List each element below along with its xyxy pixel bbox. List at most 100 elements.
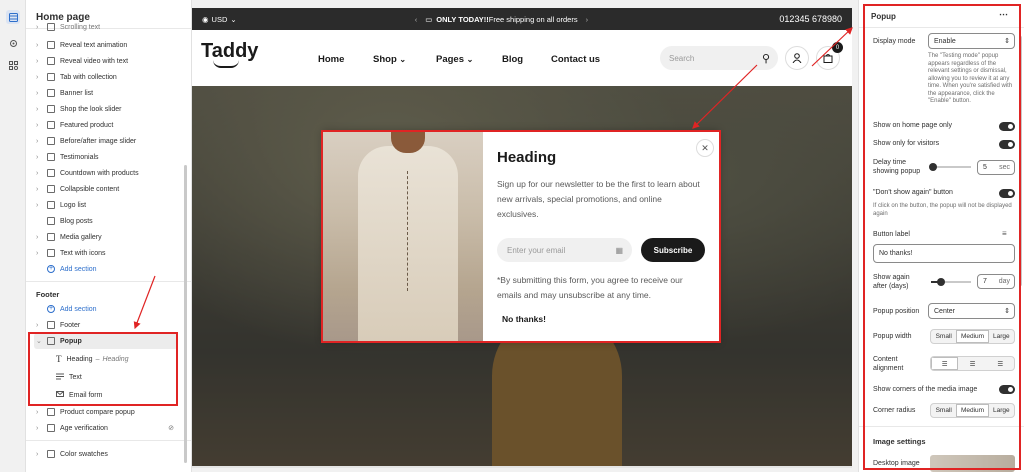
chevron-right-icon: › — [36, 233, 39, 241]
section-icon — [47, 321, 55, 329]
tree-item[interactable]: › Before/after image slider — [26, 133, 184, 149]
chevron-down-icon: ⌄ — [399, 55, 407, 64]
tree-item[interactable]: › Collapsible content — [26, 181, 184, 197]
tree-item[interactable]: › Product compare popup — [26, 404, 184, 420]
section-icon — [47, 121, 55, 129]
section-icon — [47, 153, 55, 161]
settings-icon[interactable] — [6, 36, 20, 50]
chevron-right-icon: › — [36, 321, 39, 329]
section-icon — [47, 408, 55, 416]
section-icon — [47, 105, 55, 113]
nav-shop[interactable]: Shop ⌄ — [373, 54, 406, 65]
tree-item-label: Scrolling text — [60, 23, 101, 31]
highlight-box-popup-tree — [28, 332, 178, 406]
apps-icon[interactable] — [6, 58, 20, 72]
store-header: Taddy Home Shop ⌄ Pages ⌄ Blog Contact u… — [192, 30, 852, 86]
search-input[interactable]: Search ⚲ — [660, 46, 778, 70]
tree-item[interactable]: ›Blog posts — [26, 213, 184, 229]
plus-circle-icon: + — [47, 265, 55, 273]
tree-item[interactable]: › Age verification ⊘ — [26, 420, 184, 436]
tree-item[interactable]: › Logo list — [26, 197, 184, 213]
tree-item-label: Banner list — [60, 89, 94, 97]
tree-item[interactable]: › Reveal text animation — [26, 37, 184, 53]
tree-item[interactable]: › Media gallery — [26, 229, 184, 245]
tree-item-label: Product compare popup — [60, 408, 135, 416]
highlight-box-popup-preview — [321, 130, 721, 343]
section-icon — [47, 424, 55, 432]
nav-pages-label: Pages — [436, 54, 464, 65]
prev-arrow-icon[interactable]: ‹ — [415, 15, 418, 24]
tree-item-color-swatches[interactable]: › Color swatches — [26, 446, 184, 462]
chevron-down-icon: ⌄ — [466, 55, 474, 64]
next-arrow-icon[interactable]: › — [586, 15, 589, 24]
nav-pages[interactable]: Pages ⌄ — [436, 54, 473, 65]
cart-count-badge: 0 — [832, 42, 843, 53]
nav-shop-label: Shop — [373, 54, 397, 65]
search-icon[interactable]: ⚲ — [762, 52, 770, 65]
tree-item-label: Collapsible content — [60, 185, 120, 193]
section-icon — [47, 89, 55, 97]
tree-item-label: Logo list — [60, 201, 87, 209]
add-section-button[interactable]: + Add section — [26, 261, 184, 277]
chevron-right-icon: › — [36, 41, 39, 49]
tree-item[interactable]: › Text with icons — [26, 245, 184, 261]
tree-item[interactable]: › Tab with collection — [26, 69, 184, 85]
chevron-right-icon: › — [36, 450, 39, 458]
tree-item-label: Reveal text animation — [60, 41, 128, 49]
globe-icon: ◉ — [202, 14, 209, 24]
chevron-right-icon: › — [36, 121, 39, 129]
footer-add-section-button[interactable]: + Add section — [26, 301, 184, 317]
section-icon — [47, 217, 55, 225]
chevron-right-icon: › — [36, 73, 39, 81]
section-icon — [47, 233, 55, 241]
chevron-right-icon: › — [36, 185, 39, 193]
chevron-right-icon: › — [36, 201, 39, 209]
add-section-label: Add section — [60, 265, 97, 273]
divider — [26, 281, 191, 282]
nav-home[interactable]: Home — [318, 54, 344, 65]
chevron-right-icon: › — [36, 89, 39, 97]
section-icon — [47, 23, 55, 31]
sections-icon[interactable] — [6, 10, 20, 24]
tree-item-label: Media gallery — [60, 233, 102, 241]
tree-item-label: Tab with collection — [60, 73, 117, 81]
logo-smile — [213, 60, 239, 68]
divider — [26, 440, 191, 441]
tree-item-footer[interactable]: › Footer — [26, 317, 184, 333]
chevron-right-icon: › — [36, 169, 39, 177]
section-icon — [47, 249, 55, 257]
tree-item-label: Color swatches — [60, 450, 108, 458]
tree-item[interactable]: › Banner list — [26, 85, 184, 101]
gift-icon: ▭ — [425, 14, 433, 24]
sections-scrollbar[interactable] — [184, 165, 187, 463]
tree-item[interactable]: › Testimonials — [26, 149, 184, 165]
section-icon — [47, 73, 55, 81]
tree-item-label: Testimonials — [60, 153, 99, 161]
tree-item[interactable]: › Countdown with products — [26, 165, 184, 181]
chevron-down-icon: ⌄ — [230, 14, 237, 24]
tree-item[interactable]: › Shop the look slider — [26, 101, 184, 117]
account-icon[interactable] — [785, 46, 809, 70]
plus-circle-icon: + — [47, 305, 55, 313]
section-icon — [47, 185, 55, 193]
section-icon — [47, 57, 55, 65]
tree-item-label: Countdown with products — [60, 169, 139, 177]
tree-item[interactable]: › Reveal video with text — [26, 53, 184, 69]
tree-item-label: Before/after image slider — [60, 137, 137, 145]
tree-item[interactable]: › Featured product — [26, 117, 184, 133]
chevron-right-icon: › — [36, 23, 39, 31]
chevron-right-icon: › — [36, 153, 39, 161]
section-icon — [47, 201, 55, 209]
nav-contact[interactable]: Contact us — [551, 54, 600, 65]
add-section-label: Add section — [60, 305, 97, 313]
tree-item-label: Text with icons — [60, 249, 106, 257]
search-placeholder: Search — [669, 53, 695, 63]
tree-item-label: Featured product — [60, 121, 114, 129]
currency-selector[interactable]: ◉ USD ⌄ — [202, 15, 237, 24]
section-icon — [47, 450, 55, 458]
eye-off-icon[interactable]: ⊘ — [168, 424, 174, 432]
tree-item-label: Reveal video with text — [60, 57, 129, 65]
tree-item-scrolling[interactable]: › Scrolling text — [26, 22, 184, 32]
nav-blog[interactable]: Blog — [502, 54, 523, 65]
chevron-right-icon: › — [36, 424, 39, 432]
